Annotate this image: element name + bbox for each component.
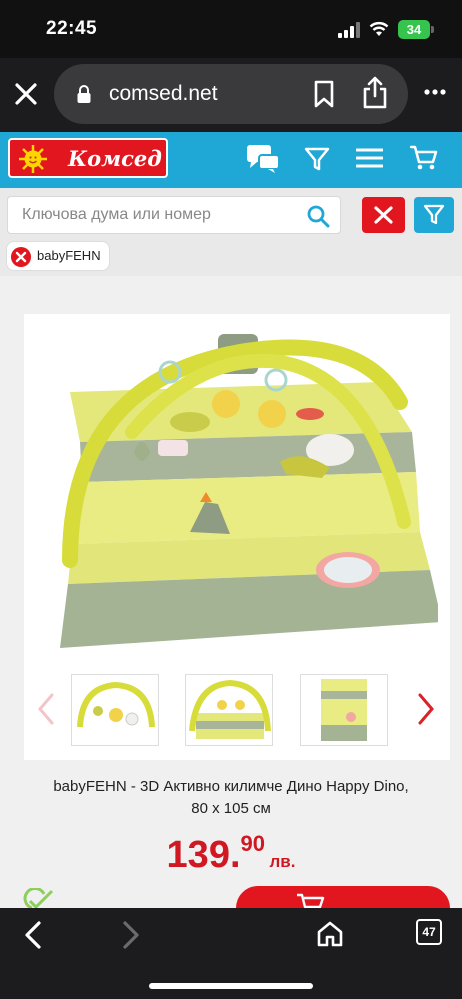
signal-icon: [338, 22, 360, 38]
close-icon[interactable]: [12, 80, 40, 108]
share-icon[interactable]: [362, 76, 388, 110]
filter-button[interactable]: [414, 197, 454, 233]
address-bar[interactable]: comsed.net: [54, 64, 408, 124]
home-indicator: [149, 983, 313, 989]
product-gallery: [24, 314, 450, 760]
lock-icon: [77, 85, 91, 103]
filter-icon[interactable]: [304, 146, 330, 172]
price-main: 139.: [166, 834, 241, 876]
url-text: comsed.net: [109, 82, 218, 105]
search-placeholder: Ключова дума или номер: [22, 206, 211, 223]
wifi-icon: [369, 21, 389, 36]
product-title-line2: 80 х 105 см: [191, 800, 271, 817]
thumbnail-image: [189, 679, 271, 739]
remove-filter-icon[interactable]: [11, 247, 31, 267]
status-time: 22:45: [46, 18, 98, 39]
filter-icon: [423, 204, 445, 225]
search-area: Ключова дума или номер babyFEHN: [0, 188, 462, 276]
product-title-line1: babyFEHN - 3D Активно килимче Дино Happy…: [53, 778, 409, 795]
logo-text: Комсед: [68, 146, 162, 171]
home-icon[interactable]: [316, 920, 344, 948]
product-main-image[interactable]: [40, 322, 438, 662]
phone-screen: 22:45 34 comsed.net Комсед Ключова дума …: [0, 0, 462, 999]
more-icon[interactable]: [423, 88, 447, 96]
gallery-thumbnail-1[interactable]: [71, 674, 159, 746]
chat-icon[interactable]: [246, 144, 280, 174]
tabs-button[interactable]: 47: [416, 919, 442, 945]
search-input[interactable]: Ключова дума или номер: [7, 196, 341, 234]
gallery-prev-icon[interactable]: [36, 692, 56, 726]
product-title: babyFEHN - 3D Активно килимче Дино Happy…: [10, 776, 452, 820]
bookmark-icon[interactable]: [312, 80, 336, 108]
gallery-next-icon[interactable]: [416, 692, 436, 726]
active-filter-chip[interactable]: babyFEHN: [6, 241, 110, 271]
browser-toolbar: comsed.net: [0, 58, 462, 132]
forward-icon[interactable]: [120, 920, 142, 950]
clear-filters-button[interactable]: [362, 197, 405, 233]
sun-logo-icon: [19, 145, 47, 173]
thumbnail-image: [321, 679, 367, 741]
menu-icon[interactable]: [356, 147, 383, 169]
price-currency: лв.: [269, 852, 296, 871]
close-icon: [374, 206, 393, 224]
price-cents: 90: [240, 831, 265, 856]
gallery-thumbnail-2[interactable]: [185, 674, 273, 746]
cart-icon[interactable]: [410, 145, 438, 171]
gallery-thumbnail-3[interactable]: [300, 674, 388, 746]
site-logo[interactable]: Комсед: [8, 138, 168, 178]
search-icon[interactable]: [306, 204, 330, 228]
battery-indicator: 34: [398, 20, 430, 39]
browser-bottom-toolbar: 47: [0, 908, 462, 999]
back-icon[interactable]: [22, 920, 44, 950]
product-page: babyFEHN - 3D Активно килимче Дино Happy…: [0, 276, 462, 926]
site-header: Комсед: [0, 132, 462, 188]
product-price: 139.90 лв.: [0, 831, 462, 877]
battery-tip: [431, 26, 434, 33]
status-bar: 22:45 34: [0, 0, 462, 58]
filter-chip-label: babyFEHN: [37, 248, 101, 263]
thumbnail-image: [77, 681, 155, 728]
